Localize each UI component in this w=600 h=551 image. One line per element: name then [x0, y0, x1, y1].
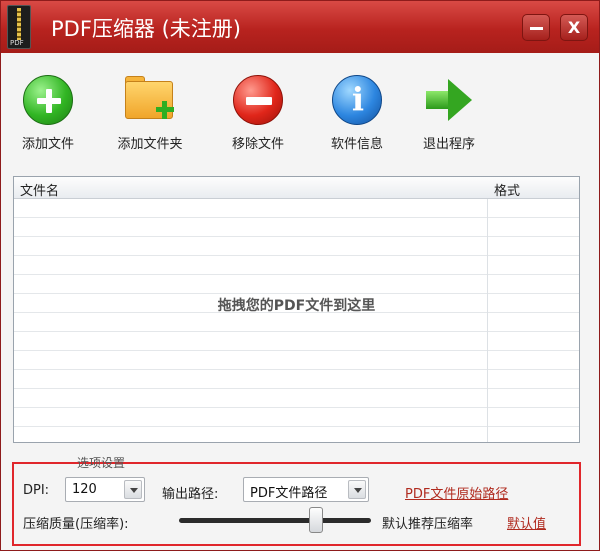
file-list[interactable]: 文件名 格式 拖拽您的PDF文件到这里	[13, 176, 580, 443]
software-info-label: 软件信息	[330, 137, 383, 152]
title-bar[interactable]: PDF PDF压缩器 (未注册) X	[1, 1, 599, 53]
remove-icon	[233, 75, 283, 125]
file-list-rows	[14, 199, 579, 442]
file-list-header: 文件名 格式	[14, 177, 579, 199]
app-icon-label: PDF	[10, 39, 24, 47]
add-folder-icon	[123, 73, 177, 127]
drop-hint: 拖拽您的PDF文件到这里	[217, 298, 376, 314]
quality-slider-thumb[interactable]	[308, 507, 323, 533]
column-header-format[interactable]: 格式	[494, 180, 520, 199]
exit-button[interactable]: 退出程序	[406, 73, 492, 152]
add-file-button[interactable]: 添加文件	[5, 73, 91, 152]
recommended-rate-text: 默认推荐压缩率	[382, 517, 474, 532]
minimize-icon	[530, 27, 543, 30]
dpi-value: 120	[72, 482, 97, 497]
output-path-select[interactable]: PDF文件路径	[243, 477, 369, 502]
minimize-button[interactable]	[522, 14, 550, 41]
options-section-label: 选项设置	[77, 456, 126, 470]
info-icon: i	[332, 75, 382, 125]
close-button[interactable]: X	[560, 14, 588, 41]
add-file-label: 添加文件	[21, 137, 74, 152]
add-file-icon	[23, 75, 73, 125]
close-icon: X	[567, 18, 581, 37]
options-panel	[12, 462, 581, 546]
add-folder-button[interactable]: 添加文件夹	[107, 73, 193, 152]
exit-label: 退出程序	[422, 137, 475, 152]
chevron-down-icon[interactable]	[348, 480, 366, 499]
column-header-filename[interactable]: 文件名	[20, 180, 59, 199]
default-value-link[interactable]: 默认值	[507, 513, 546, 532]
original-path-link[interactable]: PDF文件原始路径	[405, 483, 508, 502]
quality-label: 压缩质量(压缩率):	[23, 517, 129, 532]
window-title: PDF压缩器 (未注册)	[51, 17, 241, 41]
remove-file-button[interactable]: 移除文件	[215, 73, 301, 152]
remove-file-label: 移除文件	[231, 137, 284, 152]
zipper-icon	[17, 8, 21, 40]
add-folder-label: 添加文件夹	[117, 137, 183, 152]
app-window: PDF PDF压缩器 (未注册) X 添加文件 添加文件夹 移除文件 i 软件信…	[0, 0, 600, 551]
software-info-button[interactable]: i 软件信息	[314, 73, 400, 152]
exit-arrow-icon	[422, 73, 476, 127]
chevron-down-icon[interactable]	[124, 480, 142, 499]
quality-slider[interactable]	[179, 518, 371, 523]
output-path-value: PDF文件路径	[250, 486, 328, 501]
output-path-label: 输出路径:	[162, 487, 219, 502]
dpi-label: DPI:	[23, 483, 50, 498]
dpi-select[interactable]: 120	[65, 477, 145, 502]
app-zip-icon: PDF	[7, 5, 31, 49]
